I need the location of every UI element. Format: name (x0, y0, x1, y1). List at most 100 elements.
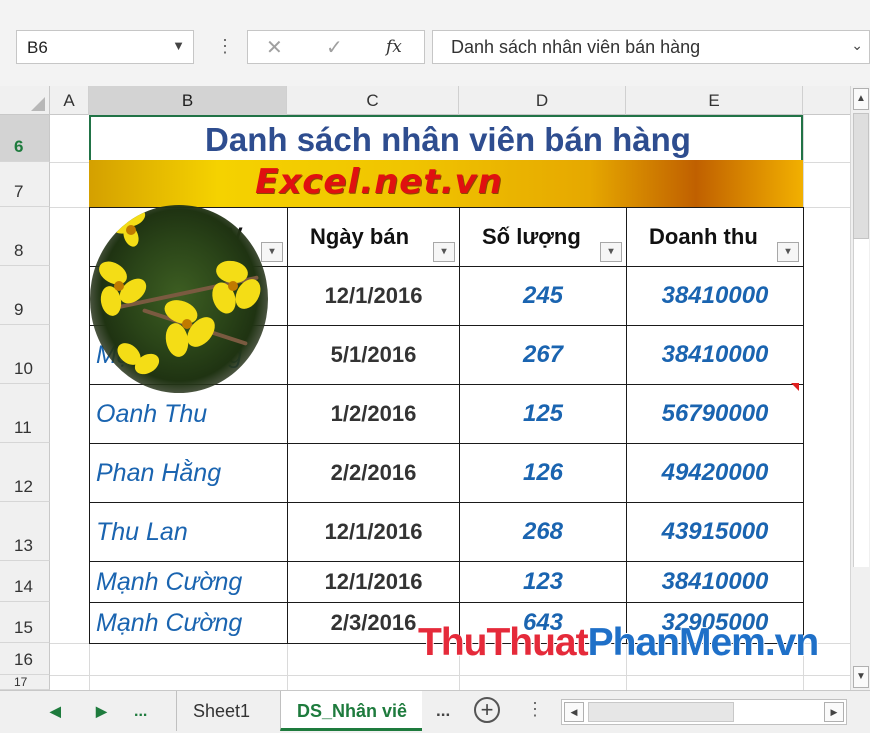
cell-name[interactable]: Thu Lan (89, 502, 288, 562)
cell-qty[interactable]: 125 (459, 384, 627, 444)
formula-input[interactable]: Danh sách nhân viên bán hàng ⌄ (432, 30, 870, 64)
column-header-b[interactable]: B (89, 86, 287, 115)
vertical-scrollbar[interactable]: ▲ ▼ (850, 86, 870, 690)
cell-qty[interactable]: 268 (459, 502, 627, 562)
cell-revenue[interactable]: 56790000 (626, 384, 804, 444)
column-header-e[interactable]: E (626, 86, 803, 115)
scroll-up-icon[interactable]: ▲ (853, 88, 869, 110)
row-header-6[interactable]: 6 (0, 115, 50, 162)
cell-name[interactable]: Mạnh Cường (89, 602, 288, 644)
select-all-button[interactable] (0, 86, 50, 115)
cancel-icon[interactable]: ✕ (266, 35, 283, 60)
scroll-right-icon[interactable]: ▶ (824, 702, 844, 722)
name-box-value: B6 (27, 38, 48, 57)
cell-qty[interactable]: 267 (459, 325, 627, 385)
column-header-a[interactable]: A (50, 86, 89, 115)
row-header-11[interactable]: 11 (0, 384, 50, 443)
formula-buttons: ✕ ✓ fx (247, 30, 425, 64)
filter-dropdown-icon[interactable]: ▾ (777, 242, 799, 262)
row-header-8[interactable]: 8 (0, 207, 50, 266)
row-header-13[interactable]: 13 (0, 502, 50, 561)
header-cell-date[interactable]: Ngày bán ▾ (287, 207, 460, 267)
formula-text: Danh sách nhân viên bán hàng (451, 37, 701, 57)
cell-qty[interactable]: 123 (459, 561, 627, 603)
cell-date[interactable]: 12/1/2016 (287, 266, 460, 326)
row-header-7[interactable]: 7 (0, 162, 50, 207)
flower-center-shape (114, 281, 124, 291)
sheet-title: Danh sách nhân viên bán hàng (205, 121, 691, 158)
table-row: Mạnh Cường 12/1/2016 123 38410000 (89, 561, 804, 603)
cell-revenue[interactable]: 38410000 (626, 266, 804, 326)
row-header-14[interactable]: 14 (0, 561, 50, 602)
row-header-16[interactable]: 16 (0, 643, 50, 675)
horizontal-scrollbar[interactable]: ◀ ▶ (561, 699, 847, 725)
filter-dropdown-icon[interactable]: ▾ (433, 242, 455, 262)
header-label: Số lượng (482, 224, 581, 249)
tab-sheet1[interactable]: Sheet1 (176, 691, 280, 731)
insert-function-icon[interactable]: fx (386, 37, 402, 57)
header-cell-revenue[interactable]: Doanh thu ▾ (626, 207, 804, 267)
vertical-scroll-track[interactable] (853, 239, 869, 567)
flower-center-shape (182, 319, 192, 329)
horizontal-scroll-thumb[interactable] (588, 702, 734, 722)
tab-prev-icon[interactable]: ◀ (50, 703, 61, 720)
banner-text: Excel.net.vn (255, 162, 503, 202)
flower-picture[interactable] (90, 205, 268, 393)
column-header-c[interactable]: C (287, 86, 459, 115)
title-cell-selected[interactable]: Danh sách nhân viên bán hàng (89, 115, 803, 162)
more-options-icon[interactable]: ⋮ (216, 36, 235, 57)
header-label: Ngày bán (310, 224, 410, 249)
watermark-text: ThuThuatPhanMem.vn (418, 621, 819, 664)
scroll-down-icon[interactable]: ▼ (853, 666, 869, 688)
row-header-15[interactable]: 15 (0, 602, 50, 643)
table-row: Thu Lan 12/1/2016 268 43915000 (89, 502, 804, 562)
cell-qty[interactable]: 245 (459, 266, 627, 326)
cell-date[interactable]: 12/1/2016 (287, 502, 460, 562)
flower-center-shape (228, 281, 238, 291)
add-sheet-icon[interactable]: + (474, 697, 500, 723)
name-box[interactable]: B6 ▼ (16, 30, 194, 64)
cell-name[interactable]: Phan Hằng (89, 443, 288, 503)
sheet-tabs-bar: ◀ ▶ ... Sheet1 DS_Nhân viê ... + ⋮ ◀ ▶ (0, 690, 870, 733)
table-row: Phan Hằng 2/2/2016 126 49420000 (89, 443, 804, 503)
cell-revenue[interactable]: 43915000 (626, 502, 804, 562)
tab-more-left[interactable]: ... (134, 703, 147, 721)
header-cell-qty[interactable]: Số lượng ▾ (459, 207, 627, 267)
cell-revenue[interactable]: 49420000 (626, 443, 804, 503)
row-header-9[interactable]: 9 (0, 266, 50, 325)
formula-bar: B6 ▼ ⋮ ✕ ✓ fx Danh sách nhân viên bán hà… (0, 0, 870, 86)
vertical-scroll-thumb[interactable] (853, 113, 869, 239)
tab-ds-nhan-vien[interactable]: DS_Nhân viê (280, 691, 422, 731)
cell-date[interactable]: 2/2/2016 (287, 443, 460, 503)
cell-date[interactable]: 12/1/2016 (287, 561, 460, 603)
expand-formula-icon[interactable]: ⌄ (851, 37, 863, 54)
row-header-12[interactable]: 12 (0, 443, 50, 502)
cell-qty[interactable]: 126 (459, 443, 627, 503)
filter-dropdown-icon[interactable]: ▾ (600, 242, 622, 262)
cell-name[interactable]: Oanh Thu (89, 384, 288, 444)
flower-center-shape (126, 225, 136, 235)
enter-icon[interactable]: ✓ (326, 35, 343, 60)
cell-revenue[interactable]: 38410000 (626, 561, 804, 603)
tab-more-right[interactable]: ... (436, 701, 450, 721)
comment-indicator[interactable] (791, 383, 799, 391)
cell-revenue[interactable]: 38410000 (626, 325, 804, 385)
gridline (50, 675, 850, 676)
column-header-bar: A B C D E (0, 86, 850, 115)
cell-date[interactable]: 1/2/2016 (287, 384, 460, 444)
row-header-10[interactable]: 10 (0, 325, 50, 384)
cell-date[interactable]: 5/1/2016 (287, 325, 460, 385)
column-header-d[interactable]: D (459, 86, 626, 115)
tab-next-icon[interactable]: ▶ (96, 703, 107, 720)
tab-split-handle-icon[interactable]: ⋮ (526, 699, 544, 720)
banner-image: Excel.net.vn (89, 160, 803, 207)
chevron-down-icon[interactable]: ▼ (172, 38, 185, 53)
table-row: Oanh Thu 1/2/2016 125 56790000 (89, 384, 804, 444)
scroll-left-icon[interactable]: ◀ (564, 702, 584, 722)
select-all-icon (31, 97, 45, 111)
cell-name[interactable]: Mạnh Cường (89, 561, 288, 603)
row-header-17[interactable]: 17 (0, 675, 50, 690)
header-label: Doanh thu (649, 224, 758, 249)
worksheet-grid[interactable]: Danh sách nhân viên bán hàng Excel.net.v… (50, 115, 850, 690)
filter-dropdown-icon[interactable]: ▾ (261, 242, 283, 262)
